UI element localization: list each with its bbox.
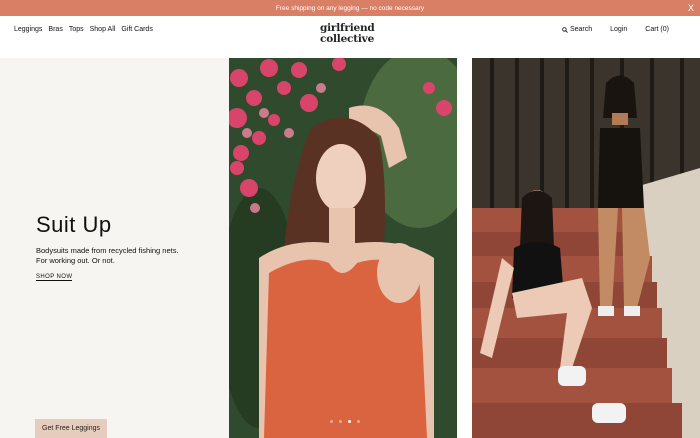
hero-text-panel: Suit Up Bodysuits made from recycled fis… [0, 58, 229, 438]
logo-line-2: collective [320, 33, 375, 45]
main-nav: Leggings Bras Tops Shop All Gift Cards [14, 26, 153, 33]
search-label: Search [569, 26, 593, 33]
carousel-dot[interactable] [357, 420, 360, 423]
promo-text: Free shipping on any legging — no code n… [275, 4, 425, 12]
brand-logo[interactable]: girlfriend collective [320, 23, 382, 45]
hero-section: Suit Up Bodysuits made from recycled fis… [0, 58, 700, 438]
utility-nav: Search Login Cart (0) [562, 26, 669, 33]
search-icon [562, 26, 568, 33]
nav-item-shop-all[interactable]: Shop All [90, 26, 116, 33]
shop-now-link[interactable]: SHOP NOW [36, 274, 73, 281]
promo-bar: Free shipping on any legging — no code n… [0, 0, 700, 16]
carousel-dot[interactable] [330, 420, 333, 423]
hero-title: Suit Up [36, 212, 112, 237]
nav-item-bras[interactable]: Bras [48, 26, 62, 33]
site-header: Leggings Bras Tops Shop All Gift Cards g… [0, 16, 700, 58]
carousel-dot[interactable] [339, 420, 342, 423]
hero-subtitle: Bodysuits made from recycled fishing net… [36, 246, 216, 266]
hero-subtitle-line-2: For working out. Or not. [36, 256, 115, 265]
nav-item-leggings[interactable]: Leggings [14, 26, 42, 33]
close-icon[interactable]: X [688, 2, 694, 14]
login-link[interactable]: Login [610, 26, 627, 33]
carousel-dot-active[interactable] [348, 420, 351, 423]
nav-item-tops[interactable]: Tops [69, 26, 84, 33]
hero-subtitle-line-1: Bodysuits made from recycled fishing net… [36, 246, 179, 255]
nav-item-gift-cards[interactable]: Gift Cards [121, 26, 153, 33]
hero-photo-black-bodysuits [472, 58, 700, 438]
cart-link[interactable]: Cart (0) [645, 26, 669, 33]
carousel-dots [330, 420, 360, 423]
hero-photo-coral-bodysuit [229, 58, 457, 438]
photo-divider [457, 58, 472, 438]
get-free-leggings-button[interactable]: Get Free Leggings [35, 419, 107, 438]
search-link[interactable]: Search [562, 26, 592, 33]
